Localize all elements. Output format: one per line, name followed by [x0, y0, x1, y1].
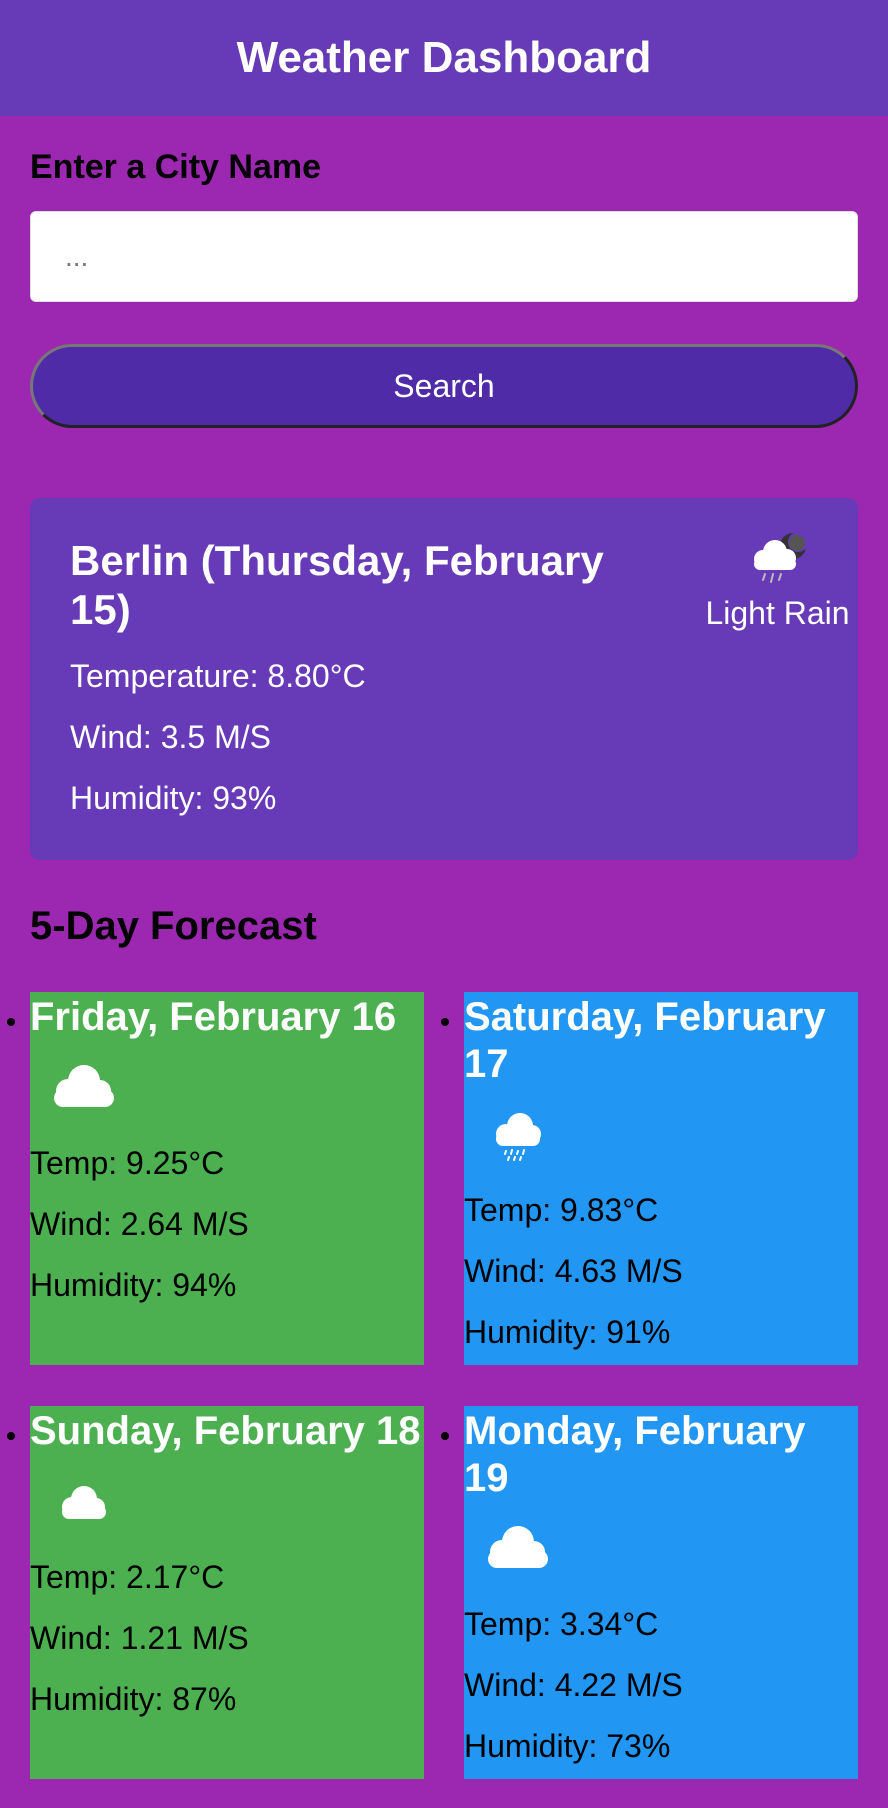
forecast-date: Saturday, February 17: [464, 995, 826, 1086]
current-weather-card: Berlin (Thursday, February 15) Temperatu…: [30, 498, 858, 860]
app-header: Weather Dashboard: [0, 0, 888, 116]
forecast-humidity: Humidity: 94%: [30, 1267, 237, 1303]
forecast-temp: Temp: 9.25°C: [30, 1145, 225, 1181]
forecast-card: Sunday, February 18 Temp: 2.17°C Wind: 1…: [30, 1406, 424, 1779]
cloud-icon: [54, 1065, 114, 1107]
current-wind: Wind: 3.5 M/S: [70, 719, 271, 755]
forecast-date: Sunday, February 18: [30, 1409, 421, 1453]
forecast-title: 5-Day Forecast: [30, 904, 317, 948]
cloud-icon: [488, 1526, 548, 1568]
city-search-input[interactable]: [30, 211, 858, 302]
forecast-date: Monday, February 19: [464, 1409, 806, 1500]
page-title: Weather Dashboard: [236, 33, 652, 82]
forecast-wind: Wind: 4.22 M/S: [464, 1667, 683, 1703]
current-description: Light Rain: [705, 595, 850, 631]
forecast-date: Friday, February 16: [30, 995, 397, 1039]
forecast-wind: Wind: 1.21 M/S: [30, 1620, 249, 1656]
main-content: Enter a City Name Search Berlin (Thursda…: [0, 148, 888, 1779]
forecast-temp: Temp: 3.34°C: [464, 1606, 659, 1642]
city-input-label: Enter a City Name: [30, 148, 321, 186]
rain-cloud-icon: [496, 1113, 541, 1161]
current-city-date: Berlin (Thursday, February 15): [70, 537, 604, 633]
forecast-wind: Wind: 4.63 M/S: [464, 1253, 683, 1289]
forecast-humidity: Humidity: 91%: [464, 1314, 671, 1350]
forecast-list: Friday, February 16 Temp: 9.25°C Wind: 2…: [30, 992, 858, 1779]
current-temperature: Temperature: 8.80°C: [70, 658, 366, 694]
forecast-temp: Temp: 9.83°C: [464, 1192, 659, 1228]
forecast-card: Saturday, February 17 T: [464, 992, 858, 1365]
search-button[interactable]: Search: [30, 344, 858, 428]
rain-cloud-moon-icon: [753, 532, 808, 583]
forecast-humidity: Humidity: 73%: [464, 1728, 671, 1764]
forecast-wind: Wind: 2.64 M/S: [30, 1206, 249, 1242]
current-humidity: Humidity: 93%: [70, 780, 277, 816]
current-condition: Light Rain: [690, 528, 865, 632]
cloud-icon: [62, 1486, 106, 1519]
forecast-card: Friday, February 16 Temp: 9.25°C Wind: 2…: [30, 992, 424, 1365]
forecast-temp: Temp: 2.17°C: [30, 1559, 225, 1595]
forecast-humidity: Humidity: 87%: [30, 1681, 237, 1717]
forecast-card: Monday, February 19 Temp: 3.34°C Wind: 4…: [464, 1406, 858, 1779]
